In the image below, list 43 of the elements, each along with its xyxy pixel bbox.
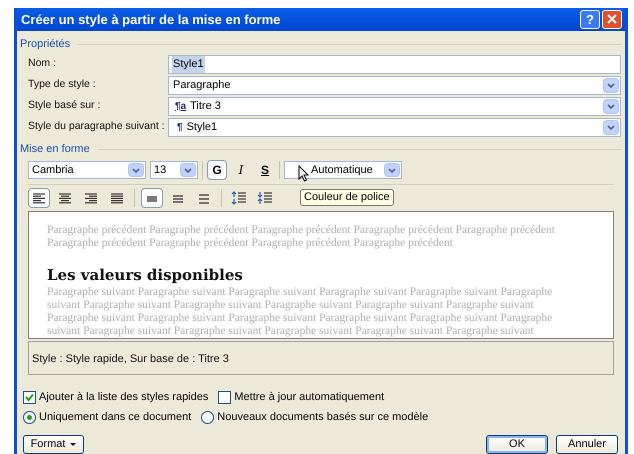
- preview-heading: Les valeurs disponibles: [47, 266, 243, 284]
- window-title: Créer un style à partir de la mise en forme: [21, 10, 282, 29]
- help-button[interactable]: ?: [580, 10, 600, 29]
- preview-text: Paragraphe suivant Paragraphe suivant Paragraphe suivant Paragraphe suivant Paragraphe suivant Paragraphe: [47, 312, 552, 325]
- section-title: Mise en forme: [20, 142, 90, 158]
- font-dropdown[interactable]: Cambria: [28, 161, 146, 180]
- field-value: Style1: [186, 120, 218, 136]
- field-value: Titre 3: [190, 99, 222, 114]
- dropdown-field[interactable]: ¶a Titre 3: [168, 96, 621, 116]
- style-type-icon: ¶: [177, 120, 183, 135]
- dropdown-field[interactable]: Paragraphe: [168, 76, 621, 95]
- dropdown-field[interactable]: ¶ Style1: [168, 118, 621, 137]
- format-menu-button[interactable]: Format: [23, 434, 84, 454]
- field-label: Nom :: [28, 56, 58, 72]
- name-field[interactable]: Style1: [168, 54, 621, 74]
- preview-text: suivant Paragraphe suivant Paragraphe suivant Paragraphe suivant Paragraphe suivant Paragraphe suivant: [47, 324, 534, 338]
- radio-label: Uniquement dans ce document: [39, 410, 192, 426]
- field-label: Style basé sur :: [28, 98, 102, 114]
- size-dropdown[interactable]: 13: [150, 161, 198, 180]
- style-type-icon: ¶a: [175, 98, 186, 114]
- field-value: Paragraphe: [173, 78, 232, 94]
- field-label: Type de style :: [28, 77, 97, 92]
- preview-text: Paragraphe suivant Paragraphe suivant Paragraphe suivant Paragraphe suivant Paragraphe suivant Paragraphe: [47, 286, 552, 299]
- section-title: Propriétés: [20, 36, 70, 52]
- style-description: Style : Style rapide, Sur base de : Titre 3: [32, 352, 229, 364]
- field-label: Style du paragraphe suivant :: [28, 119, 166, 134]
- field-value: Automatique: [311, 162, 374, 178]
- field-value: Style1: [172, 56, 205, 73]
- tooltip: Couleur de police: [300, 188, 394, 206]
- preview-text: suivant Paragraphe suivant Paragraphe suivant Paragraphe suivant Paragraphe suivant Paragraphe suivant: [47, 298, 534, 312]
- ok-button[interactable]: OK: [486, 434, 548, 454]
- cancel-button[interactable]: Annuler: [556, 434, 618, 454]
- checkbox-label: Mettre à jour automatiquement: [234, 390, 384, 405]
- field-value: 13: [154, 162, 168, 178]
- preview-text: Paragraphe précédent Paragraphe précédent Paragraphe précédent Paragraphe précédent Paragraphe précédent: [47, 224, 555, 237]
- checkbox-label: Ajouter à la liste des styles rapides: [39, 390, 208, 405]
- preview-text: Paragraphe précédent Paragraphe précédent Paragraphe précédent Paragraphe précédent: [47, 236, 453, 250]
- color-dropdown[interactable]: Automatique: [284, 161, 402, 180]
- italic-button[interactable]: I: [231, 160, 251, 180]
- field-value: Cambria: [32, 162, 75, 178]
- underline-button[interactable]: S: [255, 160, 275, 180]
- radio-label: Nouveaux documents basés sur ce modèle: [217, 410, 428, 426]
- bold-button[interactable]: G: [207, 160, 227, 180]
